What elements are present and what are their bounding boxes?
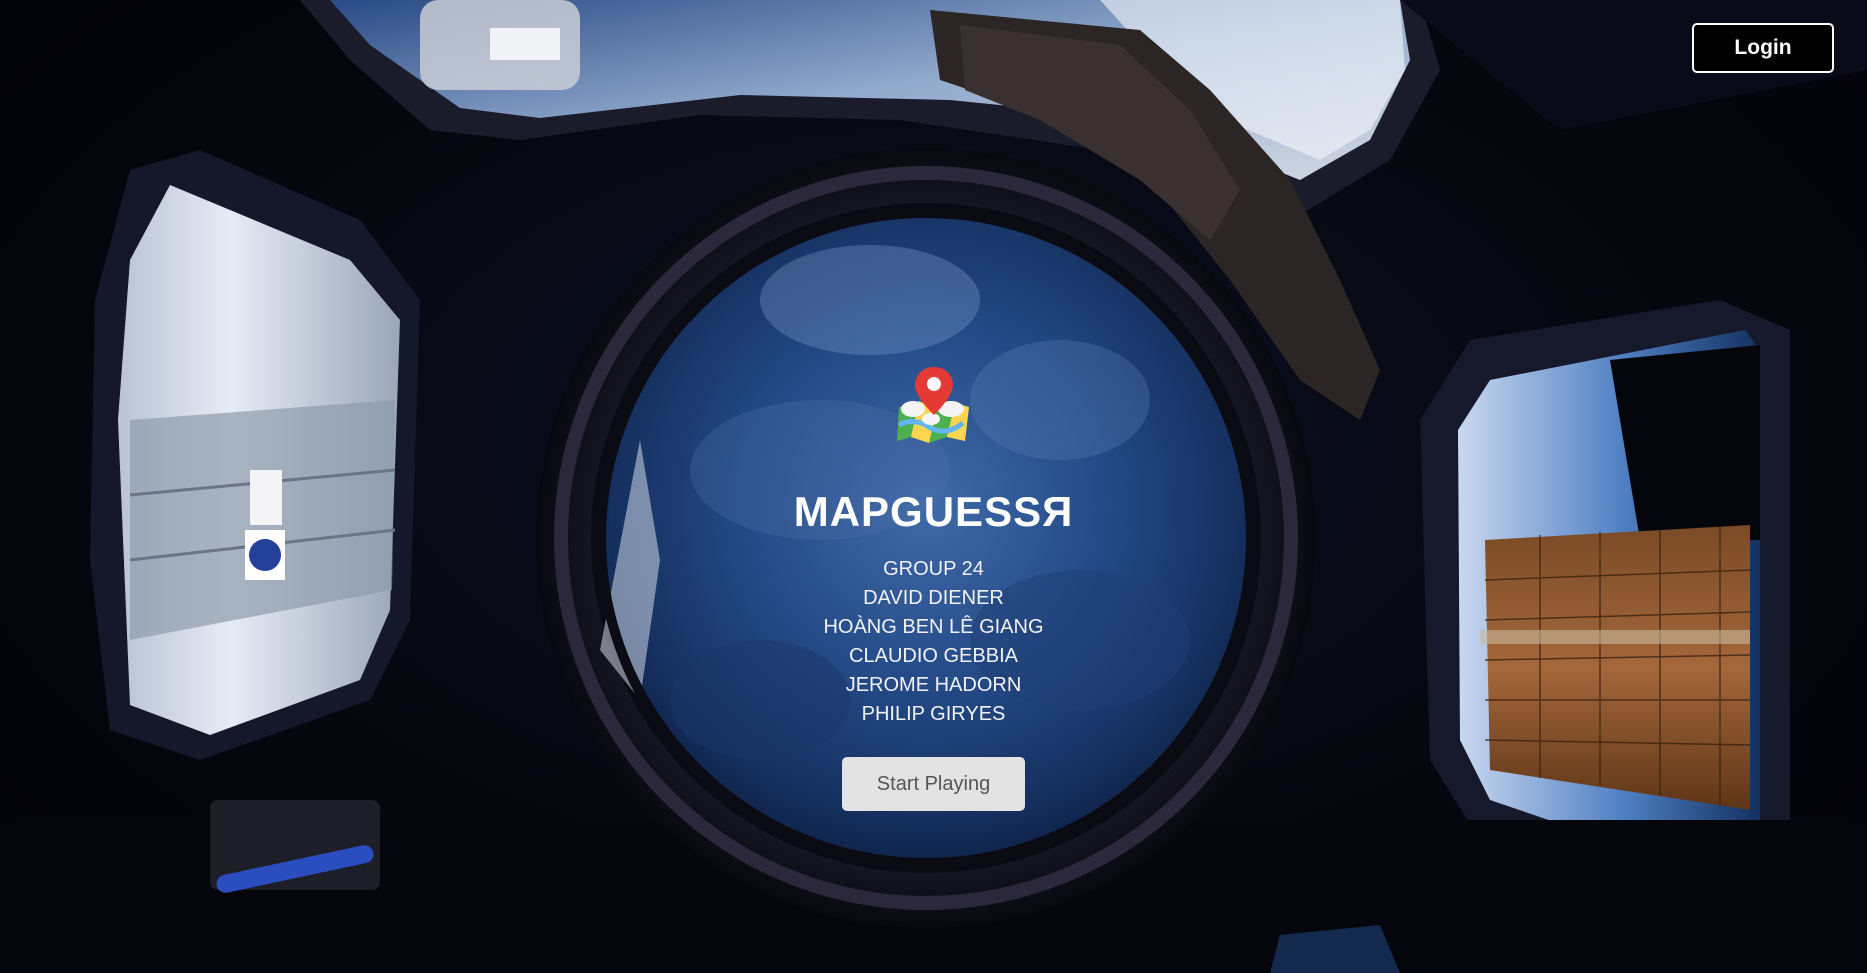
start-playing-button[interactable]: Start Playing (842, 757, 1025, 811)
members-list: GROUP 24 DAVID DIENER HOÀNG BEN LÊ GIANG… (823, 555, 1043, 729)
hero: MAPGUESSЯ GROUP 24 DAVID DIENER HOÀNG BE… (0, 365, 1867, 811)
member-line: JEROME HADORN (845, 674, 1022, 696)
member-line: GROUP 24 (883, 558, 984, 580)
landing-page: Login MAPGUESSЯ GROUP 24 DAVID DIENER HO… (0, 0, 1867, 973)
map-pin-icon (896, 367, 969, 443)
member-line: HOÀNG BEN LÊ GIANG (823, 616, 1044, 638)
member-line: PHILIP GIRYES (861, 703, 1006, 725)
member-line: DAVID DIENER (863, 587, 1004, 609)
member-line: CLAUDIO GEBBIA (849, 645, 1018, 667)
app-title: MAPGUESSЯ (793, 488, 1074, 535)
login-button[interactable]: Login (1692, 23, 1834, 73)
